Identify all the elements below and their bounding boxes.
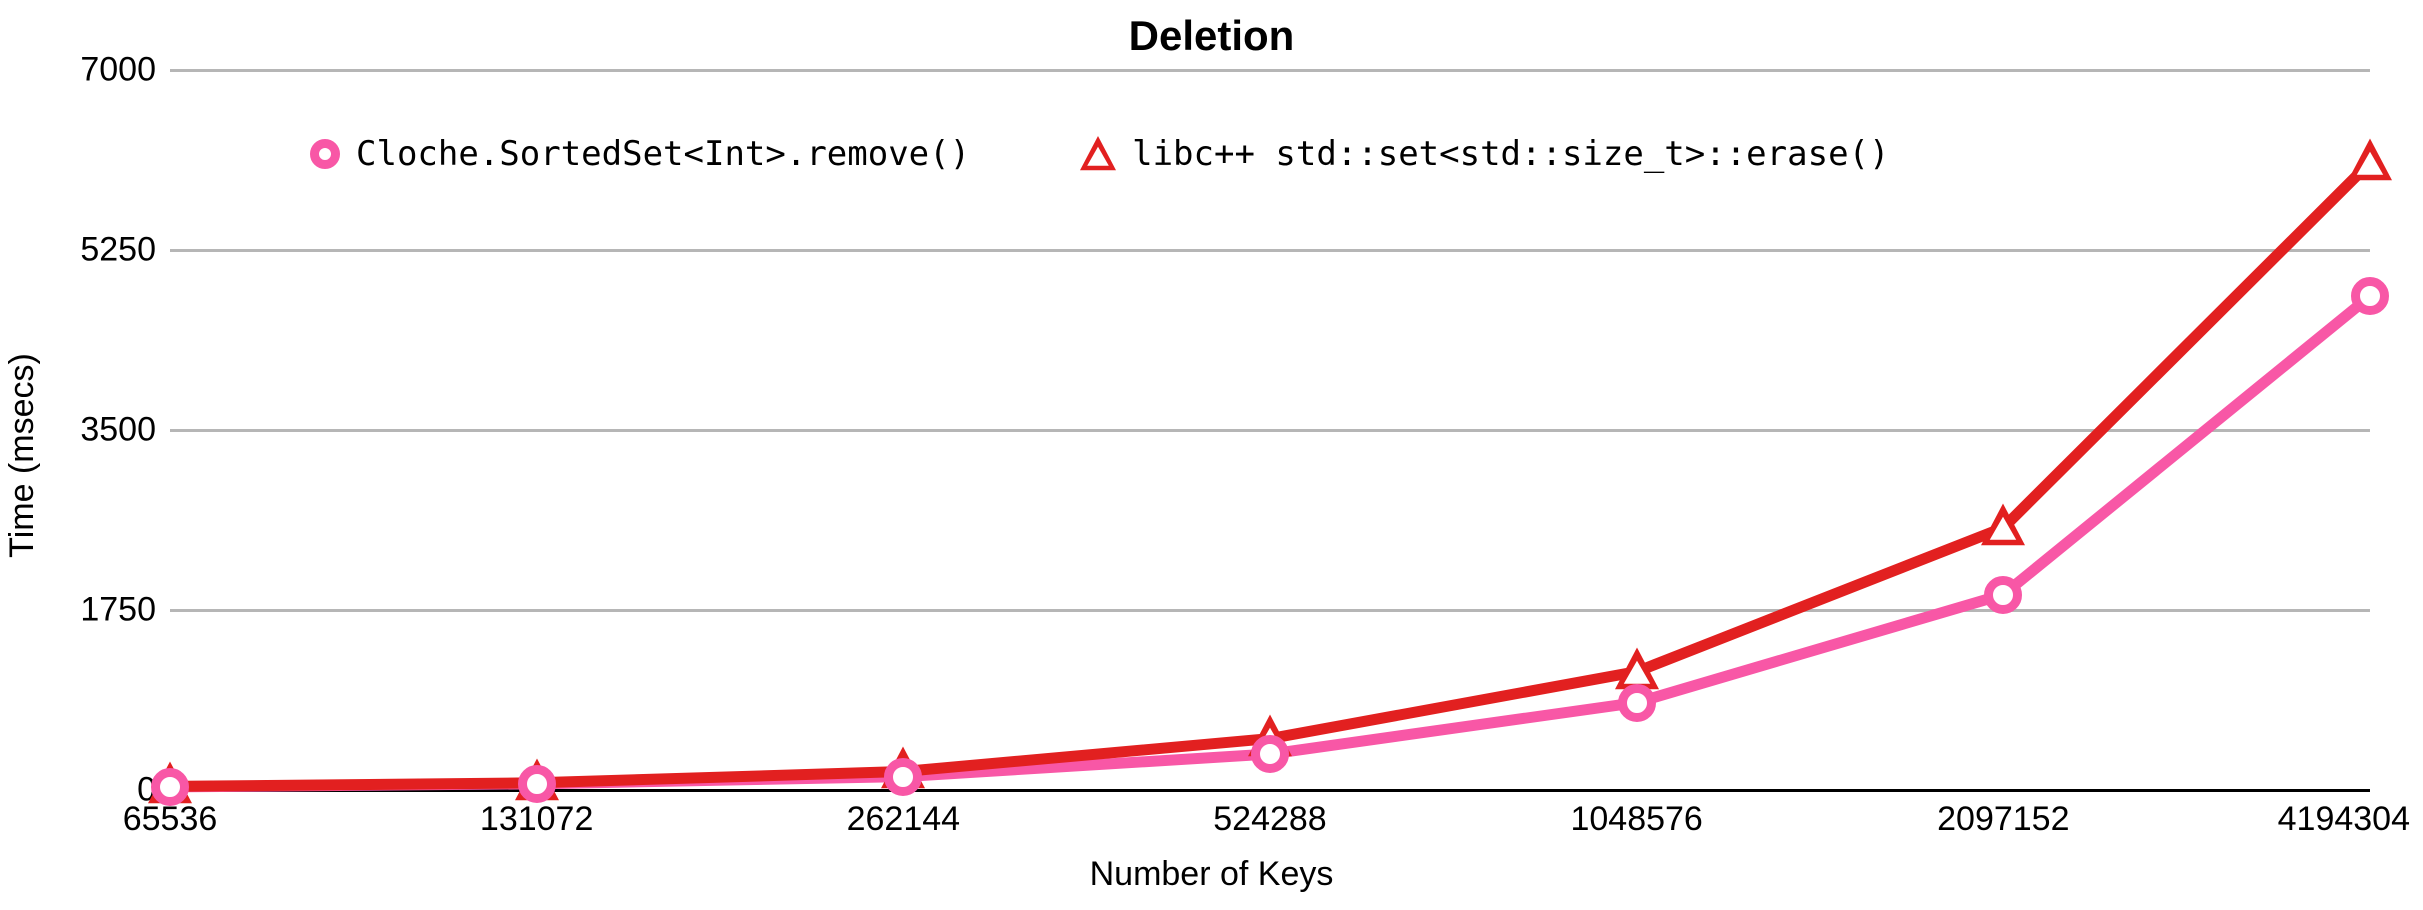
data-point: [1981, 503, 2025, 552]
y-tick-label: 1750: [80, 591, 156, 630]
chart-title: Deletion: [0, 12, 2423, 60]
data-point: [151, 768, 189, 806]
x-axis-label: Number of Keys: [0, 855, 2423, 894]
x-tick-label: 1048576: [1570, 800, 1702, 839]
y-axis-label: Time (msecs): [0, 0, 44, 910]
deletion-chart: Deletion Time (msecs) Number of Keys Clo…: [0, 0, 2423, 910]
data-point: [1618, 684, 1656, 722]
plot-area: Cloche.SortedSet<Int>.remove() libc++ st…: [170, 70, 2370, 790]
y-tick-label: 3500: [80, 411, 156, 450]
data-point: [1251, 735, 1289, 773]
data-point: [884, 758, 922, 796]
y-tick-label: 7000: [80, 51, 156, 90]
y-tick-label: 5250: [80, 231, 156, 270]
x-tick-label: 524288: [1213, 800, 1326, 839]
data-point: [2351, 277, 2389, 315]
x-tick-label: 262144: [847, 800, 960, 839]
data-point: [518, 765, 556, 803]
data-point: [2348, 138, 2392, 187]
x-tick-label: 2097152: [1937, 800, 2069, 839]
data-point: [1984, 576, 2022, 614]
x-tick-label: 4194304: [2278, 800, 2410, 839]
series-lines: [170, 70, 2370, 790]
